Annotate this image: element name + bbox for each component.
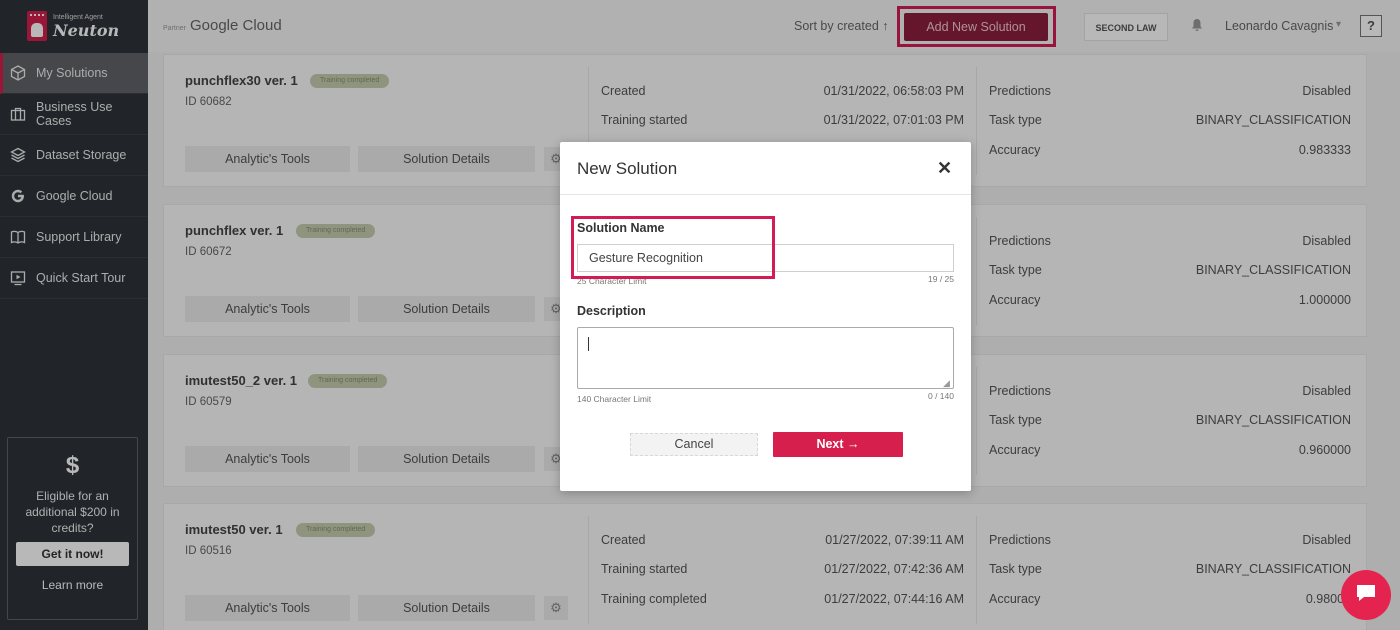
close-icon[interactable]: ✕: [937, 158, 952, 179]
description-char-limit: 140 Character Limit: [577, 394, 652, 404]
description-textarea[interactable]: [577, 327, 954, 389]
cancel-button[interactable]: Cancel: [630, 433, 758, 456]
chat-button[interactable]: [1341, 570, 1391, 620]
new-solution-dialog: New Solution ✕ Solution Name Gesture Rec…: [560, 142, 971, 491]
resize-handle-icon[interactable]: ◢: [943, 378, 950, 389]
next-button[interactable]: Next →: [773, 432, 903, 457]
name-char-count: 19 / 25: [928, 274, 954, 284]
dialog-title: New Solution: [577, 159, 678, 178]
highlight-box: [571, 216, 775, 279]
description-label: Description: [577, 304, 646, 318]
text-cursor: [588, 337, 589, 351]
divider: [560, 194, 971, 195]
chat-icon: [1353, 580, 1379, 611]
description-char-count: 0 / 140: [928, 391, 954, 401]
